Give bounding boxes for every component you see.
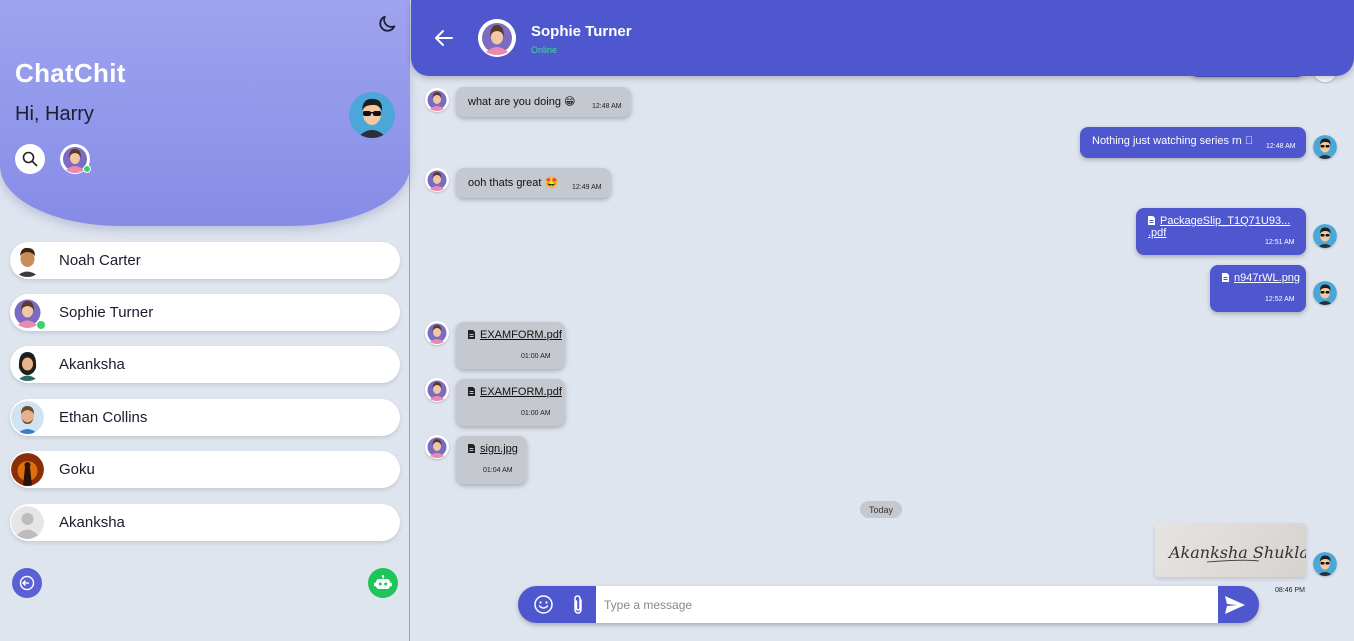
back-arrow-icon[interactable] (433, 27, 455, 49)
logout-icon (19, 575, 35, 591)
my-message-avatar (1313, 281, 1337, 305)
contact-name: Noah Carter (59, 252, 141, 269)
file-message-incoming[interactable]: EXAMFORM.pdf 01:00 AM (456, 379, 565, 426)
message-time: 12:48 AM (592, 103, 622, 110)
file-icon (468, 387, 475, 396)
contact-avatar (11, 453, 44, 486)
message-text: ooh thats great 🤩 (468, 177, 559, 189)
file-icon (1148, 216, 1155, 225)
search-button[interactable] (15, 144, 45, 174)
contact-message-avatar (425, 321, 449, 345)
file-message-outgoing[interactable]: PackageSlip_T1Q71U93... .pdf 12:51 AM (1136, 208, 1306, 255)
sidebar: ChatChit Hi, Harry Noah Carter Sophie Tu… (0, 0, 410, 641)
my-message-avatar (1313, 135, 1337, 159)
contact-name: Ethan Collins (59, 409, 148, 426)
message-time: 01:00 AM (521, 353, 551, 360)
file-message-incoming[interactable]: sign.jpg 01:04 AM (456, 436, 527, 484)
contact-name: Akanksha (59, 514, 125, 531)
file-message-incoming[interactable]: EXAMFORM.pdf 01:00 AM (456, 322, 565, 369)
contact-message-avatar (425, 378, 449, 402)
chat-header: Sophie Turner Online (411, 0, 1354, 76)
my-message-avatar (1313, 552, 1337, 576)
date-divider: Today (860, 501, 902, 518)
file-attachment[interactable]: PackageSlip_T1Q71U93... .pdf (1148, 215, 1306, 239)
online-indicator (83, 165, 91, 173)
contact-avatar (11, 506, 44, 539)
message-bubble-incoming: what are you doing 😁 12:48 AM (456, 87, 631, 117)
message-text: what are you doing 😁 (468, 96, 576, 108)
search-icon (22, 151, 38, 167)
file-icon (1222, 273, 1229, 282)
message-time: 12:52 AM (1265, 296, 1295, 303)
contact-item[interactable]: Akanksha (10, 504, 400, 541)
message-composer (518, 586, 1259, 623)
user-avatar[interactable] (349, 92, 395, 138)
contact-name: Akanksha (59, 356, 125, 373)
contact-avatar (11, 244, 44, 277)
contact-message-avatar (425, 435, 449, 459)
sidebar-header: ChatChit Hi, Harry (0, 0, 410, 226)
contact-name: Sophie Turner (59, 304, 154, 321)
moon-icon[interactable] (376, 13, 398, 35)
paperclip-icon[interactable] (569, 594, 587, 616)
file-attachment[interactable]: n947rWL.png (1222, 272, 1300, 284)
contact-message-avatar (425, 88, 449, 112)
contact-message-avatar (425, 168, 449, 192)
message-time: 12:48 AM (1266, 143, 1296, 150)
my-message-avatar (1313, 224, 1337, 248)
message-bubble-outgoing: Nothing just watching series rn ⃞ 12:48 … (1080, 127, 1306, 158)
bot-icon (374, 575, 392, 589)
contact-item[interactable]: Sophie Turner (10, 294, 400, 331)
message-time: 12:51 AM (1265, 239, 1295, 246)
message-input[interactable] (596, 586, 1218, 623)
emoji-icon[interactable] (533, 594, 554, 615)
file-attachment[interactable]: EXAMFORM.pdf (468, 386, 562, 398)
file-name[interactable]: sign.jpg (480, 443, 518, 455)
file-name[interactable]: EXAMFORM.pdf (480, 329, 562, 341)
message-time: 01:00 AM (521, 410, 551, 417)
file-name[interactable]: n947rWL.png (1234, 272, 1300, 284)
logout-button[interactable] (12, 568, 42, 598)
send-icon[interactable] (1224, 595, 1246, 615)
file-message-outgoing[interactable]: n947rWL.png 12:52 AM (1210, 265, 1306, 312)
contact-item[interactable]: Goku (10, 451, 400, 488)
signature-handwriting: Akanksha Shukla (1167, 543, 1306, 562)
contact-item[interactable]: Akanksha (10, 346, 400, 383)
contact-item[interactable]: Ethan Collins (10, 399, 400, 436)
message-time: 12:49 AM (572, 184, 602, 191)
online-indicator (37, 321, 45, 329)
message-time: 08:46 PM (1275, 587, 1305, 594)
file-icon (468, 330, 475, 339)
image-message-outgoing[interactable]: Akanksha Shukla (1155, 523, 1309, 577)
contact-avatar (11, 348, 44, 381)
online-user-avatar[interactable] (60, 144, 91, 174)
message-time: 01:04 AM (483, 467, 513, 474)
contact-avatar (11, 401, 44, 434)
file-icon (468, 444, 475, 453)
file-attachment[interactable]: EXAMFORM.pdf (468, 329, 562, 341)
contact-name: Goku (59, 461, 95, 478)
file-attachment[interactable]: sign.jpg (468, 443, 518, 455)
app-title: ChatChit (15, 58, 126, 88)
message-text: Nothing just watching series rn ⃞ (1092, 135, 1254, 147)
greeting: Hi, Harry (15, 103, 94, 125)
chat-contact-avatar[interactable] (478, 19, 516, 57)
chatbot-button[interactable] (368, 568, 398, 598)
file-name[interactable]: EXAMFORM.pdf (480, 386, 562, 398)
message-bubble-incoming: ooh thats great 🤩 12:49 AM (456, 168, 611, 198)
chat-contact-status: Online (531, 45, 558, 55)
contact-item[interactable]: Noah Carter (10, 242, 400, 279)
chat-contact-name: Sophie Turner (531, 23, 632, 40)
file-name[interactable]: PackageSlip_T1Q71U93... .pdf (1148, 215, 1290, 239)
